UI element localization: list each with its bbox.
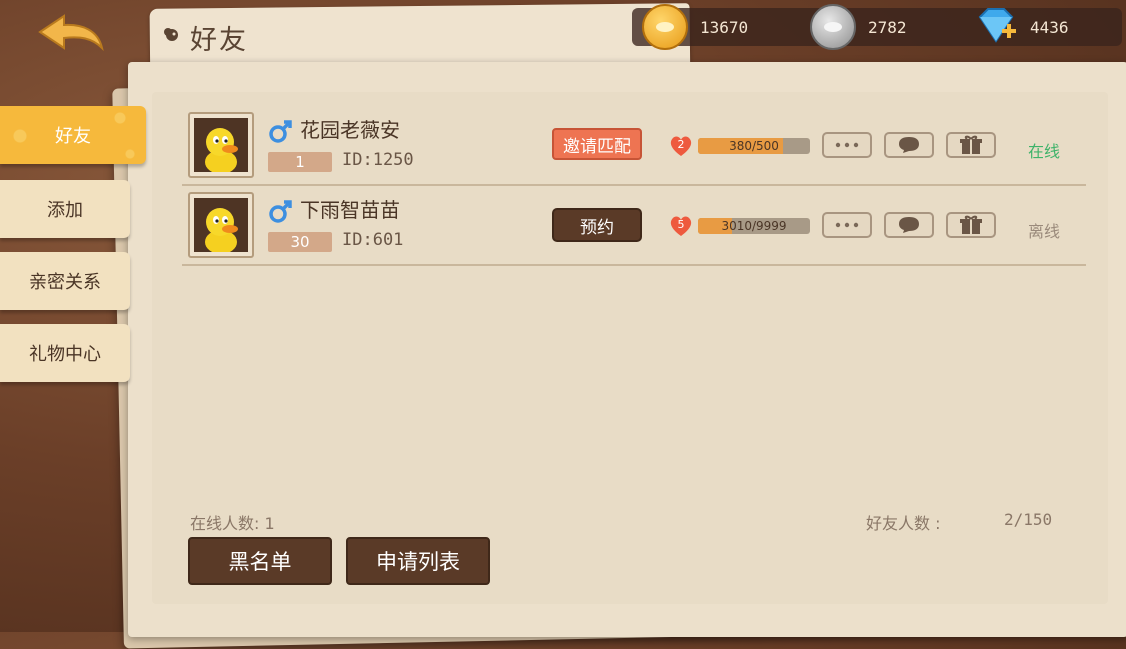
page-title: 好友 (190, 25, 248, 56)
friend-row[interactable]: 花园老薇安 1 ID:1250 邀请匹配 2 380/500 在线 (182, 104, 1086, 186)
duck-avatar-icon (205, 208, 238, 252)
invite-match-button[interactable]: 邀请匹配 (552, 128, 642, 160)
back-arrow-icon (38, 14, 104, 52)
back-arrow-button[interactable] (36, 12, 108, 58)
friend-name: 下雨智苗苗 (300, 198, 400, 222)
gift-button[interactable] (946, 212, 996, 238)
more-dots-icon (835, 142, 859, 148)
chat-button[interactable] (884, 212, 934, 238)
diamond-plus-icon[interactable] (974, 7, 1018, 47)
intimacy-bar: 3010/9999 (698, 218, 810, 234)
silver-coin-icon (810, 4, 856, 50)
intimacy-level: 5 (677, 218, 685, 231)
gold-coin-icon (642, 4, 688, 50)
friend-row[interactable]: 下雨智苗苗 30 ID:601 预约 5 3010/9999 离线 (182, 184, 1086, 266)
requests-list-label: 申请列表 (376, 550, 460, 574)
sidebar-item-label: 好友 (55, 126, 91, 147)
gold-currency: 13670 (642, 4, 749, 50)
silver-currency: 2782 (810, 4, 907, 50)
requests-list-button[interactable]: 申请列表 (346, 537, 490, 585)
chat-bubble-icon (899, 217, 919, 233)
level-badge: 30 (268, 232, 332, 252)
sidebar-item-label: 礼物中心 (29, 344, 101, 365)
diamond-currency: 4436 (974, 8, 1069, 46)
sidebar-item-add[interactable]: 添加 (0, 180, 130, 238)
gift-icon (960, 215, 982, 234)
friend-id: ID:601 (342, 230, 404, 250)
sidebar-item-friends[interactable]: 好友 (0, 106, 146, 164)
mouse-head-icon (164, 28, 178, 41)
sidebar-item-label: 亲密关系 (29, 272, 101, 293)
friend-count-label: 好友人数 : (866, 514, 941, 533)
intimacy-bar: 380/500 (698, 138, 810, 154)
friend-id: ID:1250 (342, 150, 414, 170)
gift-button[interactable] (946, 132, 996, 158)
blacklist-button[interactable]: 黑名单 (188, 537, 332, 585)
more-button[interactable] (822, 212, 872, 238)
avatar[interactable] (188, 192, 254, 258)
sidebar-item-gift-center[interactable]: 礼物中心 (0, 324, 130, 382)
more-dots-icon (835, 222, 859, 228)
male-icon (269, 120, 292, 143)
intimacy-level: 2 (677, 138, 685, 151)
online-count: 在线人数: 1 (190, 514, 275, 533)
sidebar-item-label: 添加 (47, 200, 83, 221)
more-button[interactable] (822, 132, 872, 158)
offline-status: 离线 (1028, 222, 1061, 241)
silver-amount: 2782 (868, 17, 907, 37)
gold-amount: 13670 (700, 17, 749, 37)
heart-level-icon: 2 (668, 134, 694, 158)
sidebar-item-intimacy[interactable]: 亲密关系 (0, 252, 130, 310)
gift-icon (960, 135, 982, 154)
reserve-button[interactable]: 预约 (552, 208, 642, 242)
blacklist-label: 黑名单 (228, 550, 292, 574)
friend-name: 花园老薇安 (300, 118, 400, 142)
avatar[interactable] (188, 112, 254, 178)
currency-bar: 13670 2782 4436 (632, 4, 1122, 50)
level-badge: 1 (268, 152, 332, 172)
heart-level-icon: 5 (668, 214, 694, 238)
friend-count: 2/150 (1004, 510, 1053, 529)
diamond-amount: 4436 (1030, 17, 1069, 37)
male-icon (269, 200, 292, 223)
chat-button[interactable] (884, 132, 934, 158)
online-status: 在线 (1028, 142, 1061, 161)
intimacy-text: 3010/9999 (721, 219, 787, 233)
duck-avatar-icon (205, 128, 238, 172)
chat-bubble-icon (899, 137, 919, 153)
intimacy-text: 380/500 (729, 139, 779, 153)
